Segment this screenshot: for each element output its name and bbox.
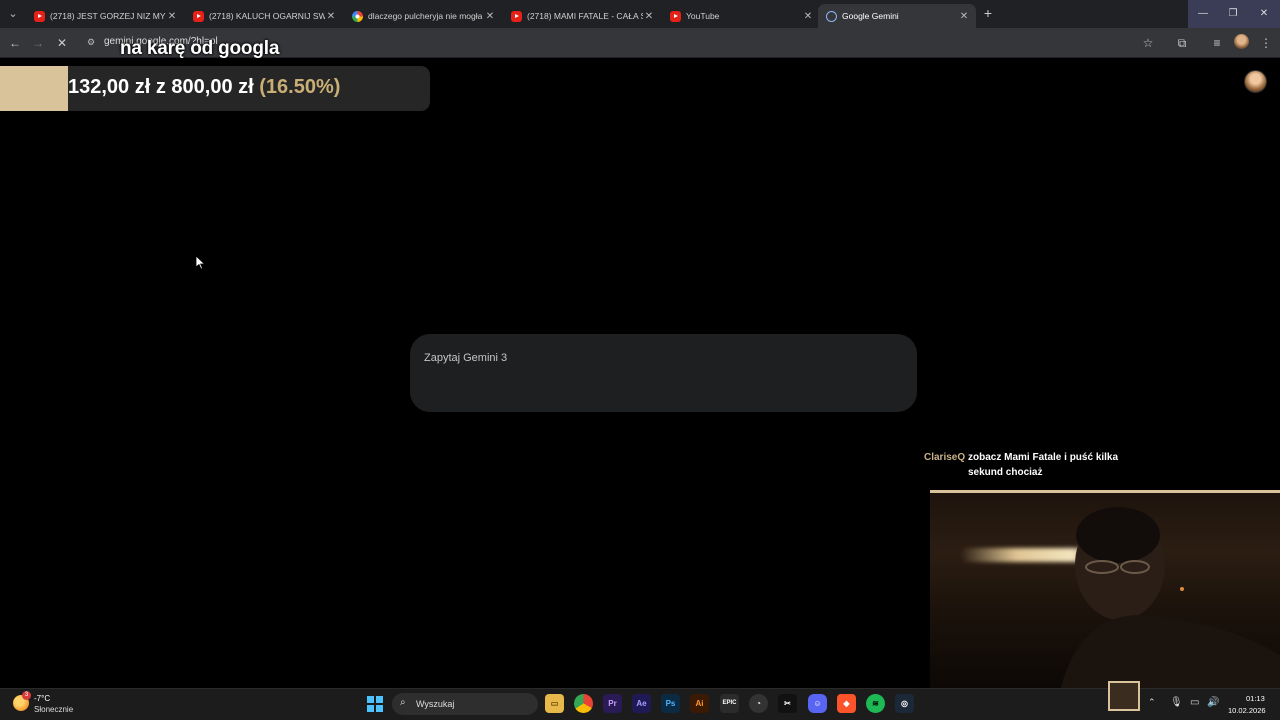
- close-icon[interactable]: ✕: [643, 11, 655, 22]
- goal-percent: (16.50%): [259, 76, 341, 98]
- chat-text: zobacz Mami Fatale i puść kilka sekund c…: [968, 452, 1119, 478]
- extensions-icon[interactable]: ⧉: [1172, 33, 1192, 53]
- youtube-icon: [193, 10, 204, 22]
- volume-icon[interactable]: 🔊: [1207, 697, 1219, 708]
- capcut-icon[interactable]: ✂: [778, 694, 797, 713]
- clock-time[interactable]: 01:13: [1246, 694, 1265, 703]
- tab-3[interactable]: dlaczego pulcheryja nie mogła ✕: [344, 4, 502, 28]
- gemini-account-avatar[interactable]: [1244, 70, 1267, 93]
- taskbar-search-label[interactable]: Wyszukaj: [416, 699, 454, 709]
- chrome-icon[interactable]: [574, 694, 593, 713]
- tab-5[interactable]: YouTube ✕: [662, 4, 820, 28]
- tab-title: dlaczego pulcheryja nie mogła: [368, 11, 483, 21]
- new-tab-button[interactable]: +: [980, 5, 996, 21]
- premiere-icon[interactable]: Pr: [603, 694, 622, 713]
- weather-temperature[interactable]: -7°C: [34, 694, 50, 703]
- chevron-up-icon[interactable]: ⌃: [1148, 697, 1156, 708]
- tab-search-icon[interactable]: ⌄: [4, 5, 22, 23]
- clock-date[interactable]: 10.02.2026: [1228, 706, 1266, 715]
- stream-overlay-title: na karę od googla: [120, 38, 280, 59]
- taskbar-search[interactable]: [392, 693, 538, 715]
- google-icon: [352, 10, 363, 22]
- prompt-input[interactable]: [424, 348, 894, 368]
- network-icon[interactable]: ▭: [1190, 697, 1199, 708]
- profile-avatar[interactable]: [1234, 34, 1249, 49]
- windows-start-icon[interactable]: [367, 696, 383, 712]
- tab-title: (2718) JEST GORZEJ NIZ MYŚLAŁ: [50, 11, 166, 21]
- after-effects-icon[interactable]: Ae: [632, 694, 651, 713]
- search-icon: ⌕: [400, 697, 406, 708]
- obs-icon[interactable]: ◔: [749, 694, 768, 713]
- back-arrow-icon[interactable]: ←: [5, 33, 25, 53]
- close-window-button[interactable]: ✕: [1248, 0, 1280, 28]
- weather-description[interactable]: Słonecznie: [34, 705, 73, 714]
- site-info-icon[interactable]: ⚙: [84, 35, 98, 49]
- tab-6-active[interactable]: Google Gemini ✕: [818, 4, 976, 28]
- photoshop-icon[interactable]: Ps: [661, 694, 680, 713]
- gemini-icon: [826, 10, 837, 22]
- close-icon[interactable]: ✕: [958, 11, 970, 22]
- donation-goal-fill: [0, 66, 68, 111]
- mouse-cursor-icon: [196, 256, 206, 270]
- brave-icon[interactable]: ◆: [837, 694, 856, 713]
- youtube-icon: [670, 10, 681, 22]
- goal-amount: 132,00 zł z 800,00 zł: [68, 76, 260, 98]
- youtube-icon: [34, 10, 45, 22]
- media-control-icon[interactable]: ≡: [1207, 33, 1227, 53]
- discord-icon[interactable]: ☺: [808, 694, 827, 713]
- minimize-button[interactable]: —: [1188, 0, 1218, 28]
- microphone-icon[interactable]: 🎙: [1170, 697, 1183, 708]
- file-explorer-icon[interactable]: ▭: [545, 694, 564, 713]
- restore-button[interactable]: ❐: [1218, 0, 1248, 28]
- streamer-silhouette: [1060, 507, 1280, 690]
- close-icon[interactable]: ✕: [325, 11, 337, 22]
- weather-badge: 3: [22, 691, 31, 700]
- youtube-icon: [511, 10, 522, 22]
- stop-loading-icon[interactable]: ✕: [52, 33, 72, 53]
- prompt-box[interactable]: [410, 334, 917, 412]
- menu-dots-icon[interactable]: ⋮: [1256, 33, 1276, 53]
- steam-icon[interactable]: ◎: [895, 694, 914, 713]
- webcam-thumbnail: [1108, 681, 1140, 711]
- close-icon[interactable]: ✕: [802, 11, 814, 22]
- close-icon[interactable]: ✕: [166, 11, 178, 22]
- spotify-icon[interactable]: ≋: [866, 694, 885, 713]
- tab-1[interactable]: (2718) JEST GORZEJ NIZ MYŚLAŁ ✕: [26, 4, 184, 28]
- tab-4[interactable]: (2718) MAMI FATALE - CAŁA SE ✕: [503, 4, 661, 28]
- illustrator-icon[interactable]: Ai: [690, 694, 709, 713]
- close-icon[interactable]: ✕: [484, 11, 496, 22]
- epic-games-icon[interactable]: EPIC: [720, 694, 739, 713]
- tab-title: Google Gemini: [842, 11, 899, 21]
- forward-arrow-icon[interactable]: →: [28, 33, 48, 53]
- donation-goal-text: 132,00 zł z 800,00 zł (16.50%): [68, 76, 340, 99]
- tab-title: (2718) MAMI FATALE - CAŁA SE: [527, 11, 643, 21]
- chat-username: ClariseQ: [924, 452, 966, 463]
- tab-title: (2718) KALUCH OGARNIJ SWOJ: [209, 11, 325, 21]
- tab-title: YouTube: [686, 11, 720, 21]
- bookmark-star-icon[interactable]: ☆: [1138, 33, 1158, 53]
- tab-2[interactable]: (2718) KALUCH OGARNIJ SWOJ ✕: [185, 4, 343, 28]
